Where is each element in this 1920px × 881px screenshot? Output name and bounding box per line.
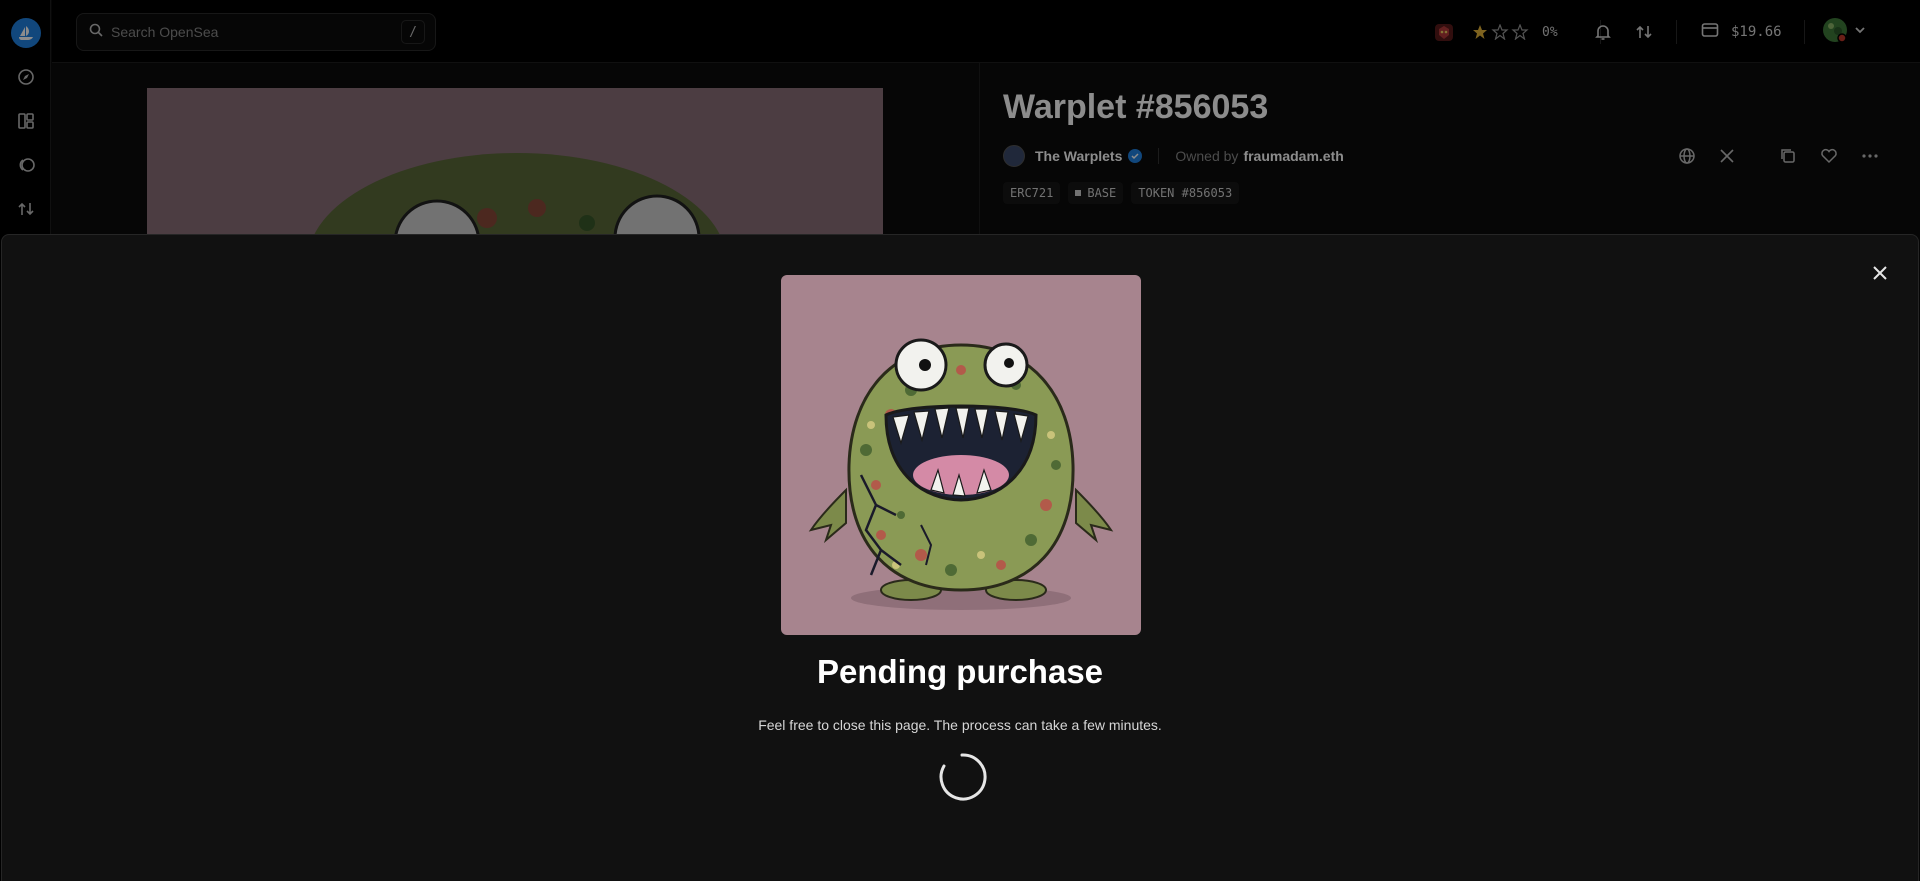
nft-preview-image — [781, 275, 1141, 635]
close-icon[interactable] — [1866, 259, 1894, 287]
pending-purchase-modal: Pending purchase Feel free to close this… — [1, 234, 1919, 881]
modal-subtitle: Feel free to close this page. The proces… — [758, 717, 1162, 733]
modal-title: Pending purchase — [816, 653, 1104, 690]
loading-spinner-icon — [937, 752, 987, 802]
